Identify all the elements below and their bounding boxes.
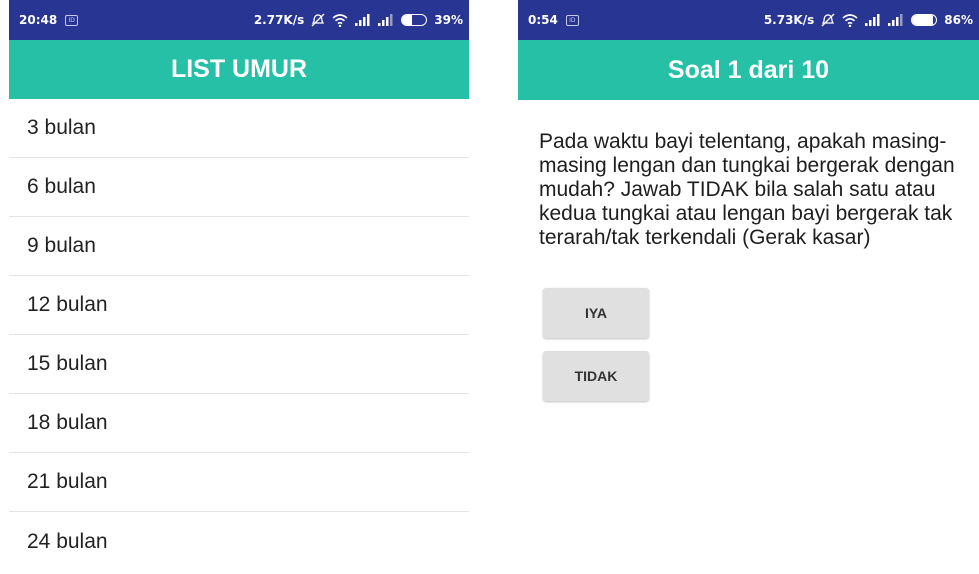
battery-percent: 39%	[434, 13, 463, 27]
alarm-off-icon	[311, 13, 325, 27]
wifi-icon	[332, 13, 348, 27]
age-list: 3 bulan 6 bulan 9 bulan 12 bulan 15 bula…	[9, 99, 469, 571]
answer-buttons: IYA TIDAK	[543, 288, 979, 401]
signal-icon	[865, 14, 881, 26]
alarm-off-icon	[821, 13, 835, 27]
app-bar: LIST UMUR	[9, 40, 469, 99]
yes-button[interactable]: IYA	[543, 288, 649, 338]
status-bar: 0:54 ID 5.73K/s 86%	[518, 0, 979, 40]
list-item[interactable]: 12 bulan	[9, 276, 469, 335]
app-bar: Soal 1 dari 10	[518, 40, 979, 100]
network-speed: 2.77K/s	[253, 13, 305, 27]
status-time: 20:48	[19, 13, 58, 27]
wifi-icon	[842, 13, 858, 27]
list-item[interactable]: 9 bulan	[9, 217, 469, 276]
no-button[interactable]: TIDAK	[543, 351, 649, 401]
list-item[interactable]: 21 bulan	[9, 453, 469, 512]
list-item[interactable]: 24 bulan	[9, 512, 469, 571]
signal-icon	[888, 14, 904, 26]
question-screen: 0:54 ID 5.73K/s 86% Soal 1 dari 10 Pada …	[518, 0, 979, 574]
battery-icon	[911, 14, 938, 26]
signal-icon	[378, 14, 394, 26]
notification-icon: ID	[65, 14, 79, 26]
notification-icon: ID	[565, 14, 579, 26]
battery-icon	[401, 14, 428, 26]
page-title: Soal 1 dari 10	[667, 55, 830, 84]
status-time: 0:54	[528, 13, 558, 27]
age-list-screen: 20:48 ID 2.77K/s 39% LIST UMUR 3 bulan 6…	[9, 0, 469, 574]
signal-icon	[355, 14, 371, 26]
battery-percent: 86%	[944, 13, 973, 27]
question-text: Pada waktu bayi telentang, apakah masing…	[539, 130, 955, 249]
network-speed: 5.73K/s	[763, 13, 815, 27]
list-item[interactable]: 18 bulan	[9, 394, 469, 453]
page-title: LIST UMUR	[170, 55, 308, 83]
list-item[interactable]: 15 bulan	[9, 335, 469, 394]
list-item[interactable]: 3 bulan	[9, 99, 469, 158]
list-item[interactable]: 6 bulan	[9, 158, 469, 217]
status-bar: 20:48 ID 2.77K/s 39%	[9, 0, 469, 40]
